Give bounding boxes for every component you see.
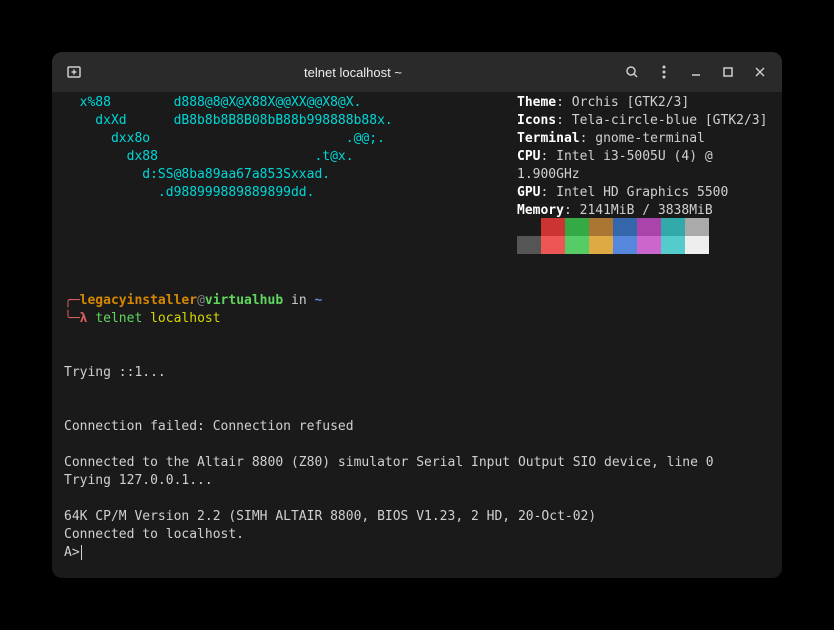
window-title: telnet localhost ~ [88, 65, 618, 80]
color-swatches [517, 218, 709, 254]
output-line: Trying 127.0.0.1... [64, 472, 354, 490]
prompt-at: @ [197, 293, 205, 308]
telnet-output: Trying ::1... Connection failed: Connect… [64, 328, 354, 578]
sysinfo-icons: Icons: Tela-circle-blue [GTK2/3] [517, 112, 782, 130]
sysinfo-theme: Theme: Orchis [GTK2/3] [517, 94, 782, 112]
prompt-host: virtualhub [205, 293, 283, 308]
shell-prompt: ╭─legacyinstaller@virtualhub in ~ ╰─λ te… [64, 292, 322, 328]
menu-button[interactable] [650, 58, 678, 86]
cmd-arg: localhost [150, 311, 220, 326]
prompt-a-text: A> [64, 545, 80, 560]
output-line: Connection failed: Connection refused [64, 418, 354, 436]
ascii-line: dxx8o .@@;. [64, 130, 393, 148]
value: : Intel HD Graphics 5500 [540, 185, 728, 200]
label: GPU [517, 185, 540, 200]
value: : Intel i3-5005U (4) @ 1.900GHz [517, 149, 713, 182]
label: Memory [517, 203, 564, 218]
sysinfo-gpu: GPU: Intel HD Graphics 5500 [517, 184, 782, 202]
swatch [541, 236, 565, 254]
swatch [541, 218, 565, 236]
swatch [589, 236, 613, 254]
ascii-art: x%88 d888@8@X@X88X@@XX@@X8@X. dxXd dB8b8… [64, 94, 393, 202]
ascii-line: dxXd dB8b8b8B8B08bB88b998888b88x. [64, 112, 393, 130]
swatch [613, 218, 637, 236]
swatch [517, 218, 541, 236]
system-info: Theme: Orchis [GTK2/3] Icons: Tela-circl… [517, 94, 782, 220]
swatch [565, 218, 589, 236]
prompt-in: in [283, 293, 314, 308]
swatch [661, 218, 685, 236]
minimize-button[interactable] [682, 58, 710, 86]
terminal-window: telnet localhost ~ [52, 52, 782, 578]
output-line: Trying ::1... [64, 364, 354, 382]
cmd-telnet: telnet [95, 311, 142, 326]
value: : Orchis [GTK2/3] [556, 95, 689, 110]
cpm-prompt: A> [64, 544, 82, 562]
close-icon [752, 64, 768, 80]
cursor [81, 545, 82, 560]
search-button[interactable] [618, 58, 646, 86]
label: Theme [517, 95, 556, 110]
swatch [685, 218, 709, 236]
value: : gnome-terminal [580, 131, 705, 146]
label: Terminal [517, 131, 580, 146]
swatch [685, 236, 709, 254]
kebab-menu-icon [656, 64, 672, 80]
ascii-line: .d988999889889899dd. [64, 184, 393, 202]
search-icon [624, 64, 640, 80]
cpm-banner: 64K CP/M Version 2.2 (SIMH ALTAIR 8800, … [64, 508, 596, 526]
new-tab-icon [66, 64, 82, 80]
sysinfo-cpu: CPU: Intel i3-5005U (4) @ 1.900GHz [517, 148, 782, 184]
minimize-icon [688, 64, 704, 80]
titlebar-right [618, 58, 774, 86]
maximize-button[interactable] [714, 58, 742, 86]
value: : Tela-circle-blue [GTK2/3] [556, 113, 767, 128]
output-line: Connected to localhost. [64, 526, 354, 544]
swatch [565, 236, 589, 254]
swatch [613, 236, 637, 254]
titlebar-left [60, 58, 88, 86]
value: : 2141MiB / 3838MiB [564, 203, 713, 218]
label: CPU [517, 149, 540, 164]
ascii-line: dx88 .t@x. [64, 148, 393, 166]
prompt-user: legacyinstaller [80, 293, 197, 308]
prompt-line-1: ╭─legacyinstaller@virtualhub in ~ [64, 292, 322, 310]
prompt-path: ~ [314, 293, 322, 308]
swatch [589, 218, 613, 236]
maximize-icon [720, 64, 736, 80]
titlebar: telnet localhost ~ [52, 52, 782, 92]
label: Icons [517, 113, 556, 128]
prompt-line-2: ╰─λ telnet localhost [64, 310, 322, 328]
ascii-line: d:SS@8ba89aa67a853Sxxad. [64, 166, 393, 184]
swatch [637, 236, 661, 254]
close-button[interactable] [746, 58, 774, 86]
new-tab-button[interactable] [60, 58, 88, 86]
swatch [637, 218, 661, 236]
ascii-line: x%88 d888@8@X@X88X@@XX@@X8@X. [64, 94, 393, 112]
sysinfo-terminal: Terminal: gnome-terminal [517, 130, 782, 148]
swatch [661, 236, 685, 254]
simulator-banner: Connected to the Altair 8800 (Z80) simul… [64, 454, 714, 472]
terminal-content[interactable]: x%88 d888@8@X@X88X@@XX@@X8@X. dxXd dB8b8… [52, 92, 782, 578]
swatch [517, 236, 541, 254]
